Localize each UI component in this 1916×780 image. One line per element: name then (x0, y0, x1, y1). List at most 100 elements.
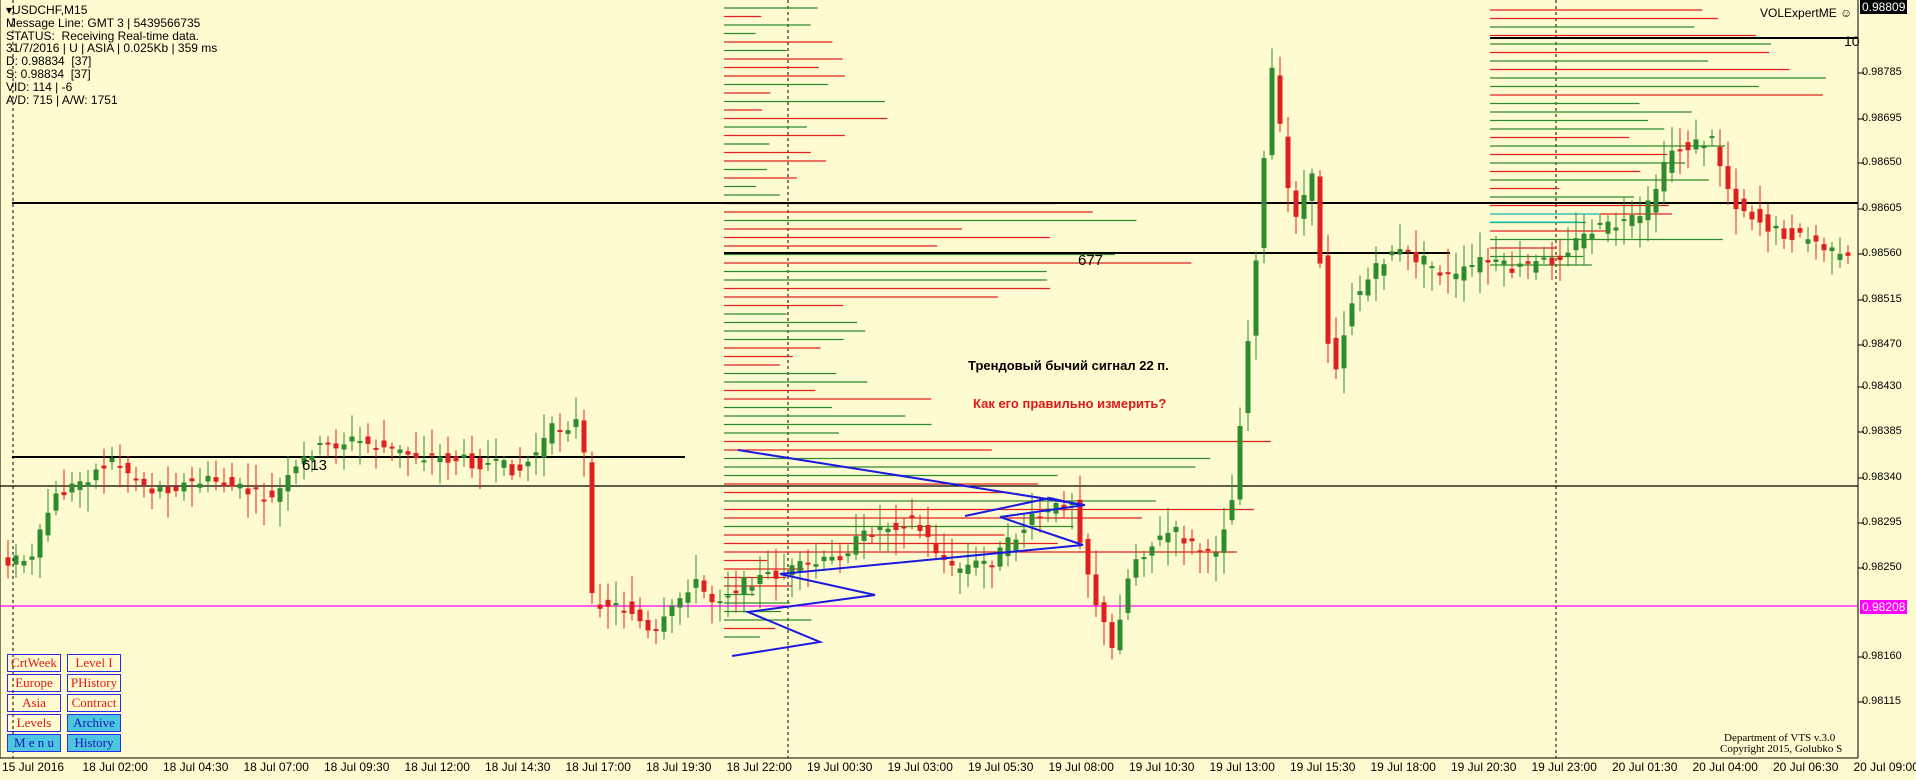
asia-button[interactable]: Asia (7, 694, 61, 712)
candle-body (717, 601, 723, 604)
candle-body (869, 535, 875, 538)
candle-body (1621, 219, 1627, 222)
candle-body (1565, 252, 1571, 257)
time-tick-label: 18 Jul 04:30 (163, 760, 229, 774)
candle-body (1549, 257, 1555, 265)
candle-body (1453, 273, 1459, 280)
candle-body (1357, 291, 1363, 296)
price-chart[interactable] (0, 0, 1916, 780)
candle-body (1821, 244, 1827, 251)
archive-button[interactable]: Archive (67, 714, 121, 732)
candle-body (1133, 559, 1139, 578)
indicator-name: VOLExpertME ☺ (1760, 6, 1853, 20)
menu-button[interactable]: M e n u (7, 734, 61, 752)
crtweek-button[interactable]: CrtWeek (7, 654, 61, 672)
candle-body (965, 564, 971, 574)
candle-body (1405, 249, 1411, 252)
candle-body (445, 453, 451, 463)
candle-body (21, 560, 27, 566)
time-tick-label: 18 Jul 09:30 (324, 760, 390, 774)
level-label-677: 677 (1078, 252, 1104, 269)
symbol-line: ▾USDCHF,M15 (6, 3, 88, 17)
candle-body (333, 443, 339, 449)
candle-body (933, 543, 939, 554)
level-i-button[interactable]: Level I (67, 654, 121, 672)
candle-body (1085, 538, 1091, 575)
info-line: VID: 114 | -6 (6, 79, 73, 94)
candle-body (1701, 145, 1707, 149)
candle-body (1829, 247, 1835, 252)
candle-body (1421, 255, 1427, 265)
candle-body (637, 609, 643, 622)
candle-body (925, 524, 931, 538)
candle-body (1645, 200, 1651, 221)
history-button[interactable]: History (67, 734, 121, 752)
candle-body (893, 522, 899, 531)
candle-body (1109, 622, 1115, 648)
candle-body (1789, 228, 1795, 241)
contract-button[interactable]: Contract (67, 694, 121, 712)
candle-body (805, 562, 811, 565)
candle-body (749, 586, 755, 591)
candle-body (829, 556, 835, 561)
candle-body (885, 528, 891, 533)
candle-body (621, 610, 627, 613)
candle-body (1845, 252, 1851, 256)
candle-body (173, 486, 179, 492)
candle-body (845, 553, 851, 557)
candle-body (77, 481, 83, 490)
candle-body (341, 444, 347, 450)
price-tick-label: 0.98560 (1862, 247, 1902, 259)
price-tick-label: 0.98430 (1862, 380, 1902, 392)
candle-body (109, 457, 115, 463)
candle-body (813, 564, 819, 567)
candle-body (245, 488, 251, 495)
candle-body (1733, 188, 1739, 210)
candle-body (93, 469, 99, 481)
candle-body (1205, 548, 1211, 551)
candle-body (701, 580, 707, 592)
candle-body (1541, 257, 1547, 260)
candle-body (485, 462, 491, 465)
candle-body (1373, 263, 1379, 279)
candle-body (53, 493, 59, 511)
candle-body (469, 453, 475, 469)
time-tick-label: 19 Jul 20:30 (1451, 760, 1517, 774)
phistory-button[interactable]: PHistory (67, 674, 121, 692)
candle-body (693, 579, 699, 588)
candle-body (1221, 529, 1227, 553)
candle-body (613, 603, 619, 606)
candle-body (1589, 233, 1595, 239)
candle-body (501, 460, 507, 468)
candle-body (373, 447, 379, 450)
pattern-zigzag (731, 449, 1086, 657)
candle-body (1749, 211, 1755, 220)
candle-body (661, 616, 667, 632)
signal-annotation: Трендовый бычий сигнал 22 п. (968, 358, 1169, 373)
time-tick-label: 18 Jul 02:00 (82, 760, 148, 774)
candle-body (1237, 425, 1243, 500)
europe-button[interactable]: Europe (7, 674, 61, 692)
candle-body (573, 419, 579, 428)
candle-body (821, 556, 827, 562)
candle-body (205, 475, 211, 482)
candle-body (909, 515, 915, 518)
candle-body (1173, 526, 1179, 533)
candle-body (1213, 552, 1219, 557)
price-tick-label: 0.98340 (1862, 471, 1902, 483)
candle-body (757, 574, 763, 585)
candle-body (533, 452, 539, 456)
candle-body (1309, 173, 1315, 201)
candle-body (1021, 529, 1027, 534)
price-tick-label: 0.98470 (1862, 338, 1902, 350)
candle-body (1181, 538, 1187, 544)
candle-body (237, 483, 243, 489)
candle-body (957, 568, 963, 573)
levels-button[interactable]: Levels (7, 714, 61, 732)
candle-body (1157, 535, 1163, 540)
candle-body (1597, 222, 1603, 225)
candle-body (1365, 279, 1371, 296)
time-tick-label: 19 Jul 15:30 (1290, 760, 1356, 774)
time-tick-label: 19 Jul 08:00 (1048, 760, 1114, 774)
time-tick-label: 20 Jul 09:00 (1853, 760, 1916, 774)
